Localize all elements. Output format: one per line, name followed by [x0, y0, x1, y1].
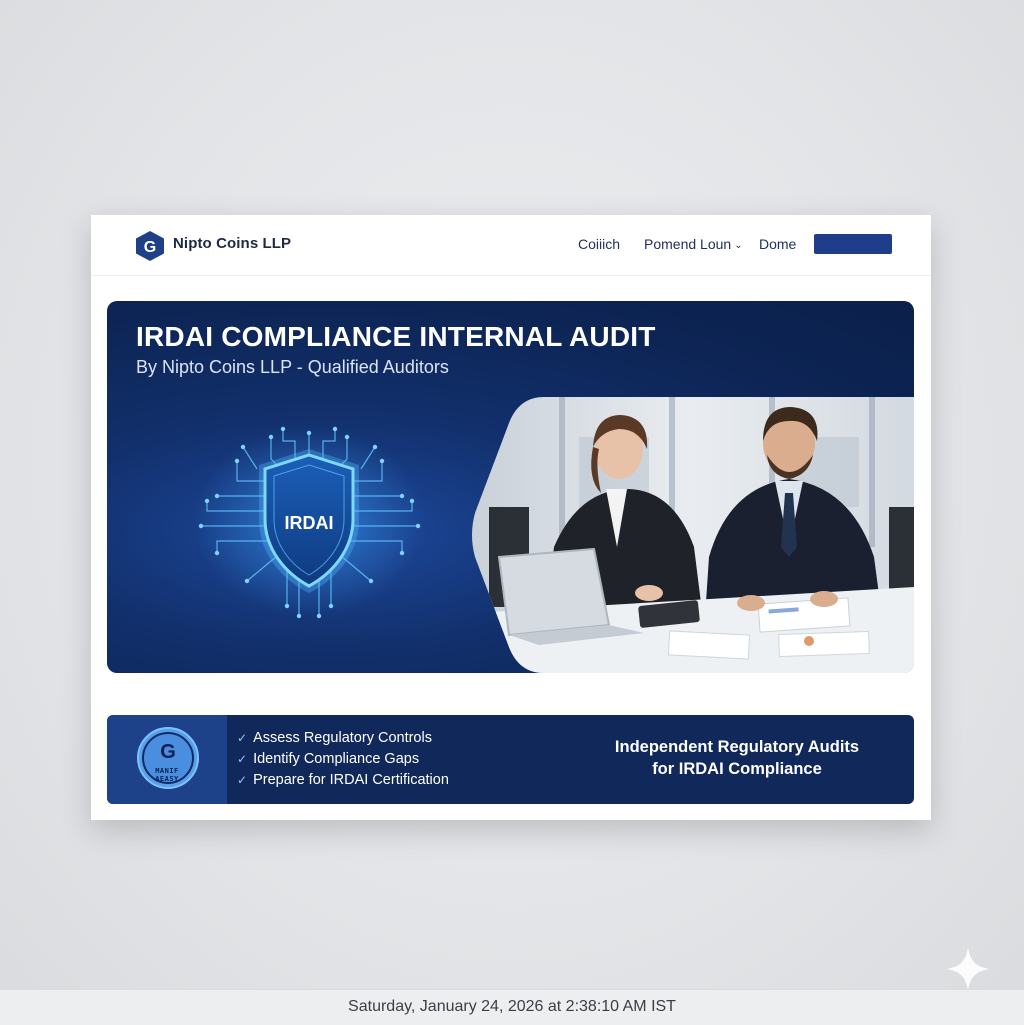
tagline-line-2: for IRDAI Compliance	[652, 760, 822, 778]
status-bar: Saturday, January 24, 2026 at 2:38:10 AM…	[0, 989, 1024, 1025]
feature-item-label: Prepare for IRDAI Certification	[253, 772, 449, 788]
check-icon: ✓	[237, 752, 248, 766]
nav-item-3-label: Dome	[759, 236, 797, 252]
nav-item-2-label: Pomend Loun	[644, 236, 732, 252]
website-card: G Nipto Coins LLP Coiiich Pomend Loun ⌄ D…	[91, 215, 931, 820]
logo-icon[interactable]: G	[135, 230, 165, 262]
datetime-text: Saturday, January 24, 2026 at 2:38:10 AM…	[348, 998, 676, 1015]
feature-item: ✓ Assess Regulatory Controls	[237, 730, 449, 751]
circuit-shield-graphic: IRDAI	[194, 426, 424, 619]
feature-item: ✓ Prepare for IRDAI Certification	[237, 772, 449, 793]
hero-title: IRDAI COMPLIANCE INTERNAL AUDIT	[136, 321, 656, 352]
site-header: G Nipto Coins LLP Coiiich Pomend Loun ⌄ D…	[91, 215, 931, 276]
check-icon: ✓	[237, 773, 248, 787]
nav-cta-button[interactable]	[814, 234, 892, 254]
sparkle-icon	[946, 947, 990, 991]
auditors-photo	[472, 397, 914, 673]
nav-item-1[interactable]: Coiiich	[578, 236, 620, 252]
features-strip: G MANIF AEASY ✓ Assess Regulatory Control…	[107, 715, 914, 804]
nav-item-3[interactable]: Dome	[759, 236, 796, 252]
feature-list: ✓ Assess Regulatory Controls ✓ Identify Co…	[237, 730, 449, 793]
badge-panel: G MANIF AEASY	[107, 715, 227, 804]
hero-banner: IRDAI COMPLIANCE INTERNAL AUDIT By Nipto…	[107, 301, 914, 673]
tagline-line-1: Independent Regulatory Audits	[614, 738, 860, 756]
feature-item-label: Identify Compliance Gaps	[253, 751, 420, 767]
feature-item-label: Assess Regulatory Controls	[253, 730, 432, 746]
feature-item: ✓ Identify Compliance Gaps	[237, 751, 449, 772]
shield-label: IRDAI	[285, 513, 334, 533]
hero-subtitle: By Nipto Coins LLP - Qualified Auditors	[136, 357, 449, 377]
chevron-down-icon: ⌄	[734, 240, 743, 251]
badge-letter: G	[160, 741, 176, 763]
check-icon: ✓	[237, 731, 248, 745]
nav-item-2[interactable]: Pomend Loun ⌄	[644, 236, 743, 252]
logo-letter: G	[144, 239, 156, 256]
nav-item-1-label: Coiiich	[578, 236, 621, 252]
brand-name[interactable]: Nipto Coins LLP	[173, 235, 291, 252]
badge-text-line-1: MANIF	[155, 767, 179, 775]
tagline: Independent Regulatory Audits for IRDAI …	[587, 736, 887, 780]
badge-text-line-2: AEASY	[155, 775, 179, 783]
